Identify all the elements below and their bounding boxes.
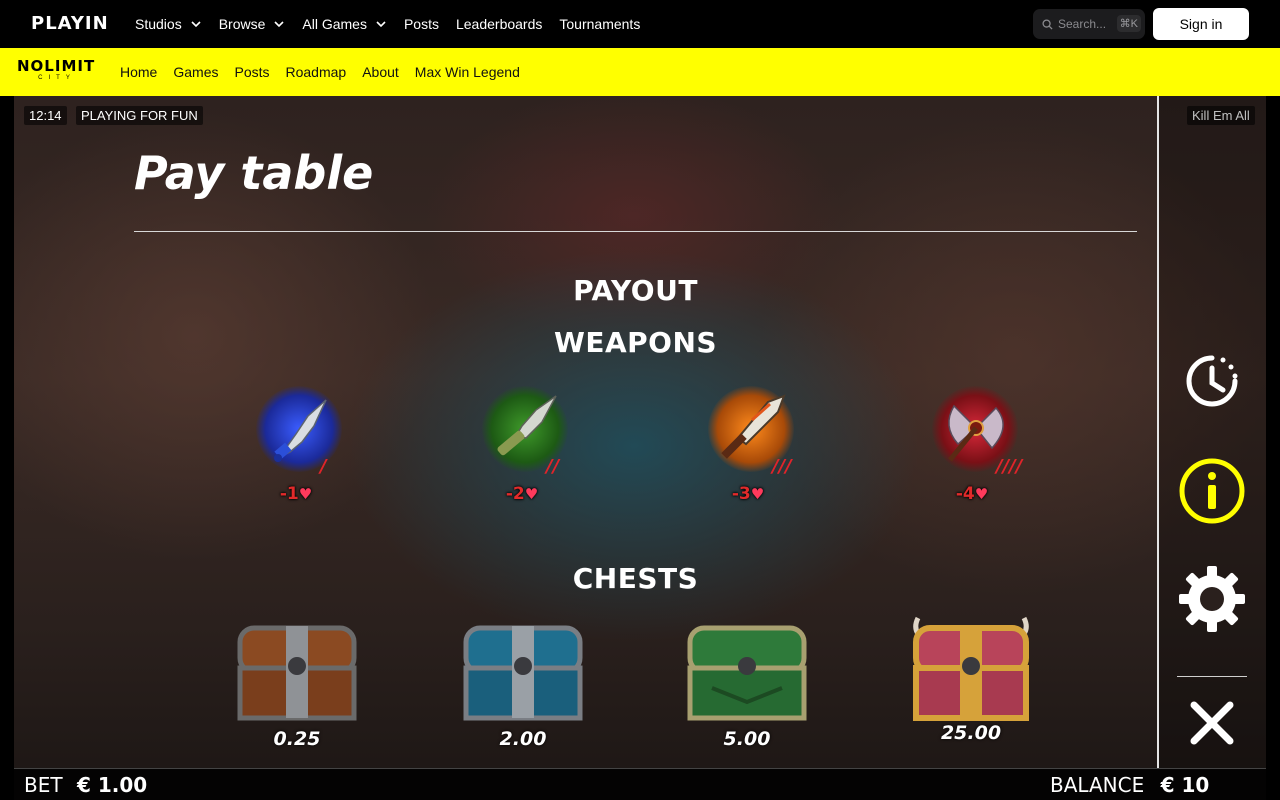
play-mode-badge: PLAYING FOR FUN (76, 106, 203, 125)
blue-chest-icon (463, 625, 583, 721)
damage-marks: /// (772, 456, 792, 477)
studio-logo-sub: CITY (38, 75, 76, 81)
studio-nav-home[interactable]: Home (120, 64, 157, 80)
chest-value: 25.00 (940, 722, 1002, 744)
bet-display[interactable]: BET € 1.00 (24, 773, 147, 797)
damage-value: -3♥ (731, 484, 765, 504)
damage-value: -2♥ (505, 484, 539, 504)
nav-browse-label: Browse (218, 16, 266, 32)
heart-icon: ♥ (974, 485, 989, 503)
studio-nav-max-win-legend[interactable]: Max Win Legend (415, 64, 520, 80)
studio-nav-games[interactable]: Games (173, 64, 218, 80)
nolimit-city-logo[interactable]: NOLIMIT CITY (17, 59, 97, 85)
search-icon (1042, 18, 1053, 30)
settings-button[interactable] (1177, 564, 1247, 634)
weapon-axe: //// -4♥ (922, 386, 1032, 516)
heart-icon: ♥ (298, 485, 313, 503)
damage-marks: // (546, 456, 560, 477)
nav-studios-label: Studios (135, 16, 182, 32)
info-icon (1179, 458, 1245, 524)
heart-icon: ♥ (750, 485, 765, 503)
settings-icon (1179, 566, 1245, 632)
chest-gold: 25.00 (906, 612, 1036, 752)
gold-chest-icon (913, 616, 1029, 721)
damage-value: -4♥ (955, 484, 989, 504)
bet-label: BET (24, 773, 63, 797)
chest-green: 5.00 (682, 618, 812, 758)
chest-blue: 2.00 (458, 618, 588, 758)
wooden-chest-icon (237, 625, 357, 721)
chevron-down-icon (191, 21, 201, 28)
weapon-sword: /// -3♥ (698, 386, 808, 516)
game-frame: 12:14 PLAYING FOR FUN Kill Em All Pay ta… (14, 96, 1266, 800)
bet-balance-bar: BET € 1.00 BALANCE € 10 000.00 (14, 768, 1266, 800)
nav-browse[interactable]: Browse (219, 16, 286, 32)
history-button[interactable] (1177, 346, 1247, 416)
studio-nav: Home Games Posts Roadmap About Max Win L… (120, 48, 536, 96)
damage-marks: //// (996, 456, 1023, 477)
chests-heading: CHESTS (572, 562, 699, 595)
studio-nav-about[interactable]: About (362, 64, 399, 80)
top-navbar: PLAYIN Studios Browse All Games Posts Le… (0, 0, 1280, 48)
title-divider (134, 231, 1137, 232)
page-title: Pay table (134, 146, 374, 200)
studio-logo-main: NOLIMIT (17, 57, 96, 75)
close-icon (1190, 701, 1234, 745)
playin-logo[interactable]: PLAYIN (31, 13, 109, 34)
nav-tournaments[interactable]: Tournaments (559, 16, 640, 32)
game-clock: 12:14 (24, 106, 67, 125)
studio-navbar: NOLIMIT CITY Home Games Posts Roadmap Ab… (0, 48, 1280, 96)
chest-value: 2.00 (499, 728, 547, 750)
heart-icon: ♥ (524, 485, 539, 503)
bet-value: € 1.00 (76, 773, 148, 797)
dagger-icon (256, 386, 342, 472)
side-menu (1157, 96, 1266, 768)
damage-marks: / (320, 456, 327, 477)
nav-studios[interactable]: Studios (135, 16, 202, 32)
sign-in-button[interactable]: Sign in (1153, 8, 1249, 40)
chevron-down-icon (376, 21, 386, 28)
chest-value: 0.25 (273, 728, 321, 750)
nav-all-games[interactable]: All Games (302, 16, 387, 32)
side-divider (1177, 676, 1247, 677)
green-chest-icon (687, 625, 807, 721)
weapons-heading: WEAPONS (553, 326, 718, 359)
balance-display: BALANCE € 10 000.00 (1050, 773, 1266, 800)
history-icon (1186, 355, 1238, 407)
weapon-dagger: / -1♥ (246, 386, 356, 516)
studio-nav-roadmap[interactable]: Roadmap (286, 64, 347, 80)
search-shortcut: ⌘K (1116, 15, 1141, 32)
weapon-knife: // -2♥ (472, 386, 582, 516)
search-input[interactable]: Search... ⌘K (1033, 9, 1145, 39)
studio-nav-posts[interactable]: Posts (234, 64, 269, 80)
nav-all-games-label: All Games (302, 16, 367, 32)
damage-value: -1♥ (279, 484, 313, 504)
info-button[interactable] (1177, 456, 1247, 526)
search-placeholder: Search... (1058, 17, 1107, 31)
balance-label: BALANCE (1050, 773, 1145, 797)
chest-value: 5.00 (723, 728, 771, 750)
nav-leaderboards[interactable]: Leaderboards (456, 16, 542, 32)
chest-wooden: 0.25 (232, 618, 362, 758)
close-button[interactable] (1177, 688, 1247, 758)
payout-heading: PAYOUT (573, 274, 698, 307)
main-nav: Studios Browse All Games Posts Leaderboa… (135, 0, 657, 48)
nav-posts[interactable]: Posts (404, 16, 439, 32)
chevron-down-icon (274, 21, 284, 28)
